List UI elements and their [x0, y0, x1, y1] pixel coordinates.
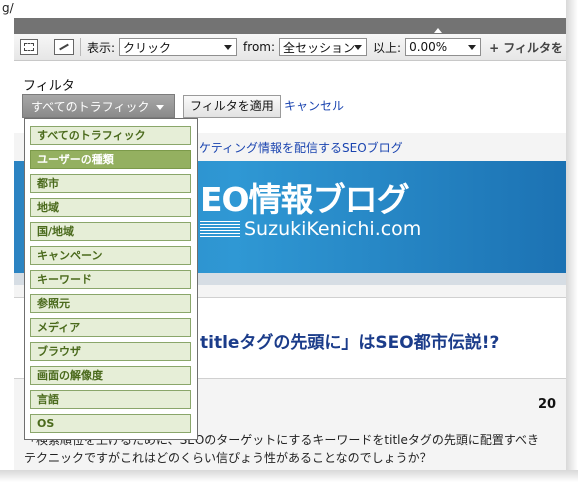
frame-shadow-right: [566, 0, 578, 482]
chevron-down-icon: [156, 105, 164, 110]
add-filter-link[interactable]: + フィルタを: [489, 39, 563, 56]
dropdown-item-language[interactable]: 言語: [30, 390, 191, 409]
banner-url: SuzukiKenichi.com: [244, 218, 422, 240]
chevron-down-icon: [224, 45, 233, 50]
filter-label: フィルタ: [23, 79, 75, 94]
dropdown-item-screen-resolution[interactable]: 画面の解像度: [30, 366, 191, 385]
dropdown-item-medium[interactable]: メディア: [30, 318, 191, 337]
cancel-link[interactable]: キャンセル: [284, 97, 344, 114]
chevron-down-icon: [468, 45, 477, 50]
dropdown-item-region[interactable]: 地域: [30, 198, 191, 217]
banner-decoration: [200, 221, 240, 237]
article-date: 20: [538, 397, 557, 412]
dropdown-item-campaign[interactable]: キャンペーン: [30, 246, 191, 265]
apply-filter-button[interactable]: フィルタを適用: [183, 95, 281, 118]
threshold-select-value: 0.00%: [409, 40, 448, 54]
overlay-pointer: [434, 28, 442, 33]
expand-icon[interactable]: [20, 39, 38, 55]
traffic-dropdown-menu: すべてのトラフィック ユーザーの種類 都市 地域 国/地域 キャンペーン キーワ…: [24, 118, 198, 440]
dropdown-item-all-traffic[interactable]: すべてのトラフィック: [30, 126, 191, 145]
display-select[interactable]: クリック: [119, 38, 238, 56]
chevron-down-icon: [354, 45, 363, 50]
dropdown-item-user-type[interactable]: ユーザーの種類: [30, 150, 191, 169]
frame-shadow-bottom: [0, 470, 578, 482]
display-label: 表示:: [87, 40, 116, 55]
url-fragment: g/: [0, 0, 568, 18]
dropdown-item-keyword[interactable]: キーワード: [30, 270, 191, 289]
from-label: from:: [243, 40, 276, 54]
threshold-select[interactable]: 0.00%: [405, 38, 482, 56]
dropdown-item-os[interactable]: OS: [30, 414, 191, 433]
display-select-value: クリック: [123, 40, 172, 55]
traffic-filter-value: すべてのトラフィック: [31, 100, 150, 114]
dropdown-item-city[interactable]: 都市: [30, 174, 191, 193]
traffic-filter-select[interactable]: すべてのトラフィック: [22, 94, 175, 118]
banner-title: EO情報ブログ: [200, 180, 410, 219]
toolbar-divider: [80, 38, 81, 56]
threshold-label: 以上:: [373, 40, 402, 55]
blog-tagline: ケティング情報を配信するSEOブログ: [199, 141, 403, 155]
from-select[interactable]: 全セッション: [279, 38, 368, 56]
dropdown-item-source[interactable]: 参照元: [30, 294, 191, 313]
from-select-value: 全セッション: [283, 40, 356, 55]
dropdown-item-browser[interactable]: ブラウザ: [30, 342, 191, 361]
overlay-header-bar: [14, 18, 566, 34]
analytics-toolbar: 表示: クリック from: 全セッション 以上: 0.00% + フィルタを: [14, 34, 566, 61]
annotate-icon[interactable]: [54, 39, 74, 55]
dropdown-item-country[interactable]: 国/地域: [30, 222, 191, 241]
article-body-line: テクニックですがこれはどのくらい信ぴょう性があることなのでしょうか？: [24, 451, 432, 465]
article-title: titleタグの先頭に」はSEO都市伝説!?: [200, 333, 500, 353]
